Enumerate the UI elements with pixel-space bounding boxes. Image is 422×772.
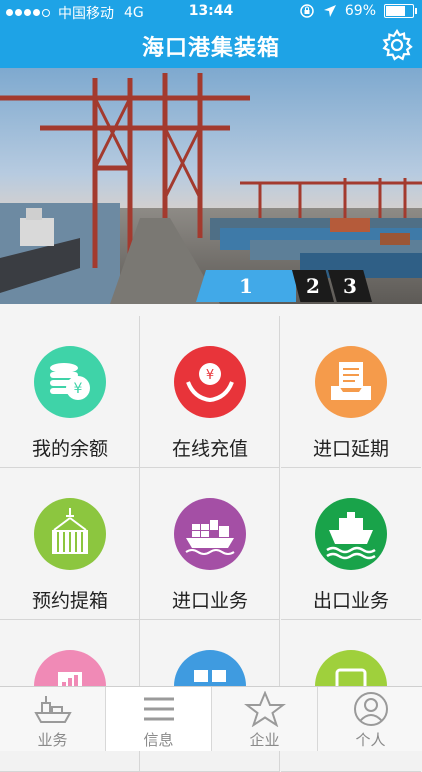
- status-bar: 中国移动 4G 13:44 69%: [0, 0, 422, 24]
- battery-icon: [384, 4, 417, 18]
- menu-icon: [144, 697, 174, 721]
- location-icon: [323, 5, 336, 17]
- hand-money-icon: ¥: [174, 346, 246, 418]
- grid-item-label: 出口业务: [312, 590, 389, 612]
- tab-label: 个人: [355, 731, 386, 749]
- status-right: 69%: [299, 3, 417, 19]
- svg-text:¥: ¥: [74, 381, 83, 397]
- tab-label: 企业: [249, 731, 280, 749]
- user-icon: [354, 692, 388, 726]
- grid-item-balance[interactable]: ¥ 我的余额: [0, 316, 140, 468]
- banner-pager: 1 2 3: [196, 270, 372, 302]
- tab-bar: 业务 信息 企业 个人: [0, 686, 422, 751]
- svg-text:¥: ¥: [206, 368, 214, 383]
- tab-label: 信息: [143, 731, 174, 749]
- grid-item-import-business[interactable]: 进口业务: [140, 468, 280, 620]
- coins-icon: ¥: [34, 346, 106, 418]
- grid-item-import-extension[interactable]: 进口延期: [281, 316, 421, 468]
- function-grid: ¥ 我的余额 ¥ 在线充值 进口延期 预约提箱 进口业务 出口业务: [0, 304, 422, 772]
- cargo-ship-icon: [174, 498, 246, 570]
- tab-business[interactable]: 业务: [0, 687, 105, 751]
- grid-item-label: 进口延期: [312, 438, 389, 460]
- pager-item-1[interactable]: 1: [196, 270, 296, 302]
- grid-item-label: 预约提箱: [31, 590, 108, 612]
- ship-icon: [315, 498, 387, 570]
- nav-bar: 海口港集装箱: [0, 24, 422, 68]
- pager-item-2[interactable]: 2: [292, 270, 334, 302]
- star-icon: [244, 691, 286, 727]
- grid-item-export-business[interactable]: 出口业务: [281, 468, 421, 620]
- tab-enterprise[interactable]: 企业: [211, 687, 317, 751]
- banner-carousel[interactable]: [0, 68, 422, 304]
- tab-info[interactable]: 信息: [105, 687, 211, 751]
- tab-label: 业务: [37, 731, 68, 749]
- grid-item-recharge[interactable]: ¥ 在线充值: [140, 316, 280, 468]
- pager-item-3[interactable]: 3: [328, 270, 372, 302]
- grid-item-label: 我的余额: [31, 438, 108, 460]
- page-title: 海口港集装箱: [141, 36, 280, 61]
- container-hook-icon: [34, 498, 106, 570]
- battery-percent: 69%: [344, 3, 376, 19]
- settings-gear-icon[interactable]: [380, 28, 414, 62]
- grid-item-label: 在线充值: [171, 438, 248, 460]
- rotation-lock-icon: [300, 4, 314, 18]
- port-photo: [0, 68, 422, 304]
- tab-personal[interactable]: 个人: [317, 687, 422, 751]
- ship-icon: [34, 696, 72, 723]
- grid-item-book-pickup[interactable]: 预约提箱: [0, 468, 140, 620]
- grid-item-label: 进口业务: [171, 590, 248, 612]
- document-tray-icon: [315, 346, 387, 418]
